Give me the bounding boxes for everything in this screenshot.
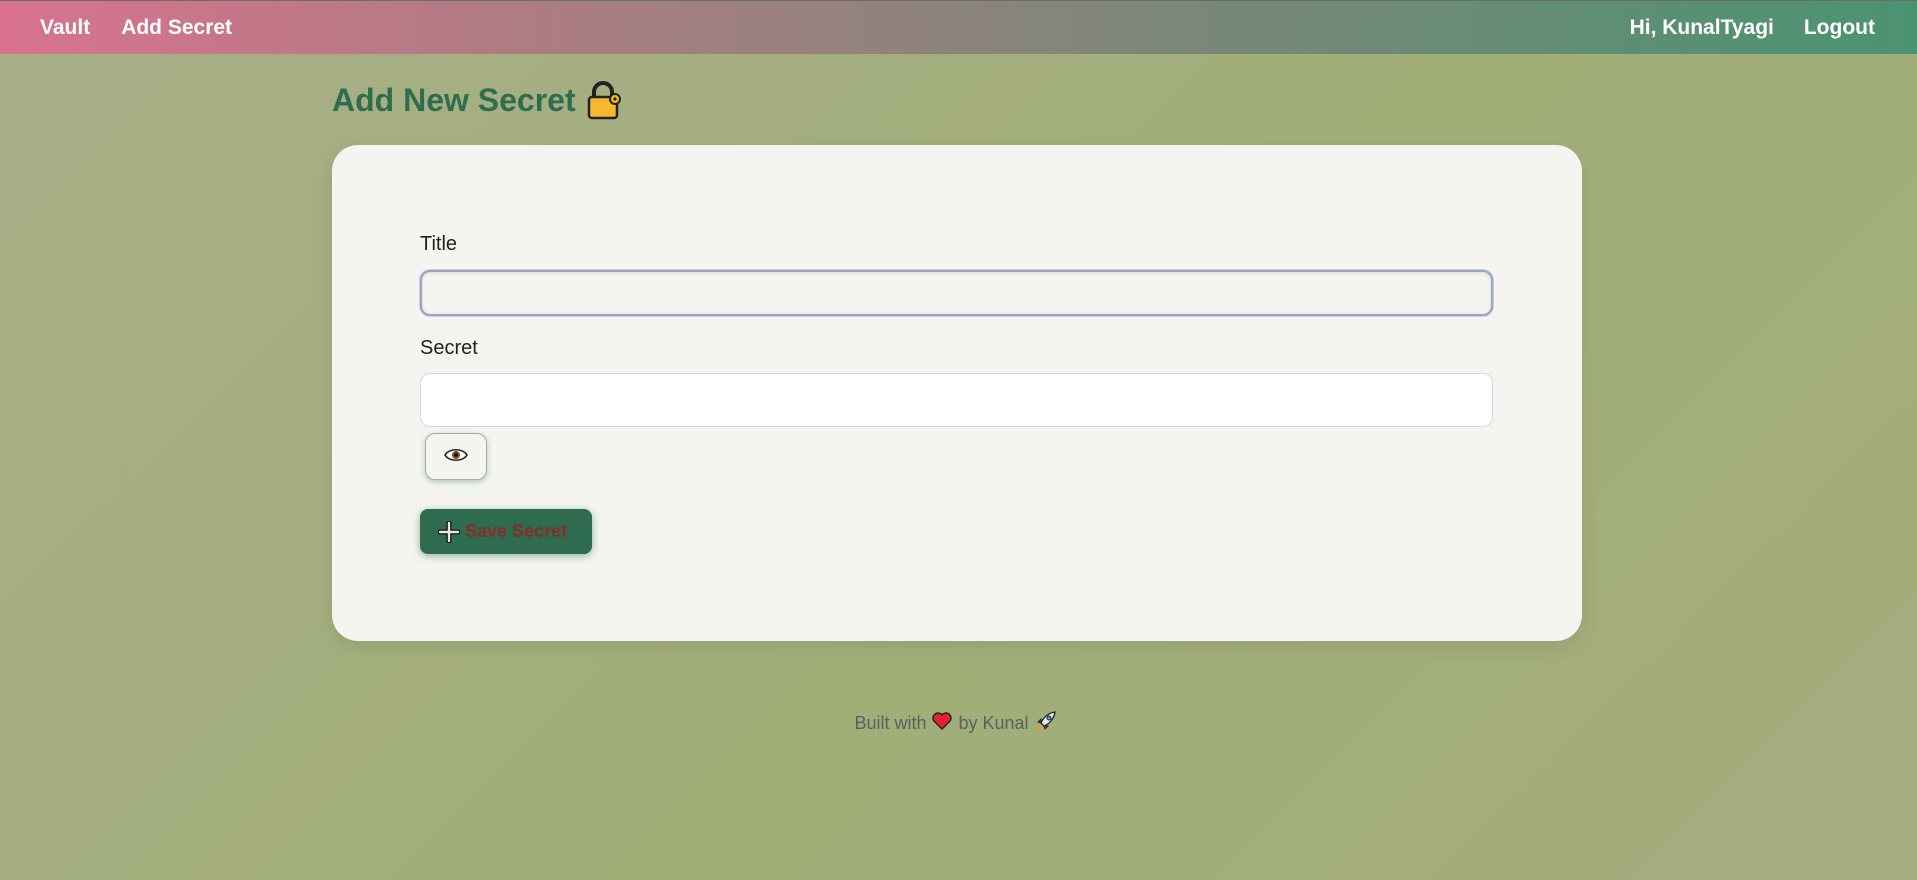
nav-left: Vault Add Secret bbox=[40, 16, 263, 40]
top-navbar: Vault Add Secret Hi, KunalTyagi Logout bbox=[0, 0, 1917, 54]
toggle-visibility-button[interactable] bbox=[425, 433, 487, 480]
title-label: Title bbox=[420, 233, 458, 255]
secret-input[interactable] bbox=[420, 373, 1493, 427]
footer-by-author: by Kunal bbox=[958, 713, 1029, 733]
secret-label: Secret bbox=[420, 337, 478, 359]
lock-icon bbox=[586, 80, 622, 120]
page-title-text: Add New Secret bbox=[332, 81, 576, 118]
logout-link[interactable]: Logout bbox=[1804, 16, 1875, 40]
heart-icon bbox=[932, 712, 953, 735]
add-secret-card: Title Secret Save Secret bbox=[332, 145, 1582, 641]
rocket-icon bbox=[1035, 710, 1057, 737]
title-input[interactable] bbox=[420, 270, 1493, 316]
nav-add-secret-link[interactable]: Add Secret bbox=[121, 16, 232, 40]
footer-built-with: Built with bbox=[854, 713, 927, 733]
page-title: Add New Secret bbox=[332, 80, 622, 120]
nav-vault-link[interactable]: Vault bbox=[40, 16, 90, 40]
user-greeting: Hi, KunalTyagi bbox=[1629, 15, 1774, 39]
eye-icon bbox=[444, 447, 468, 466]
plus-icon bbox=[437, 520, 461, 543]
save-secret-label: Save Secret bbox=[465, 521, 568, 541]
save-secret-button[interactable]: Save Secret bbox=[420, 509, 592, 554]
nav-right: Hi, KunalTyagi Logout bbox=[1630, 16, 1875, 40]
page-footer: Built with by Kunal bbox=[0, 710, 1917, 737]
